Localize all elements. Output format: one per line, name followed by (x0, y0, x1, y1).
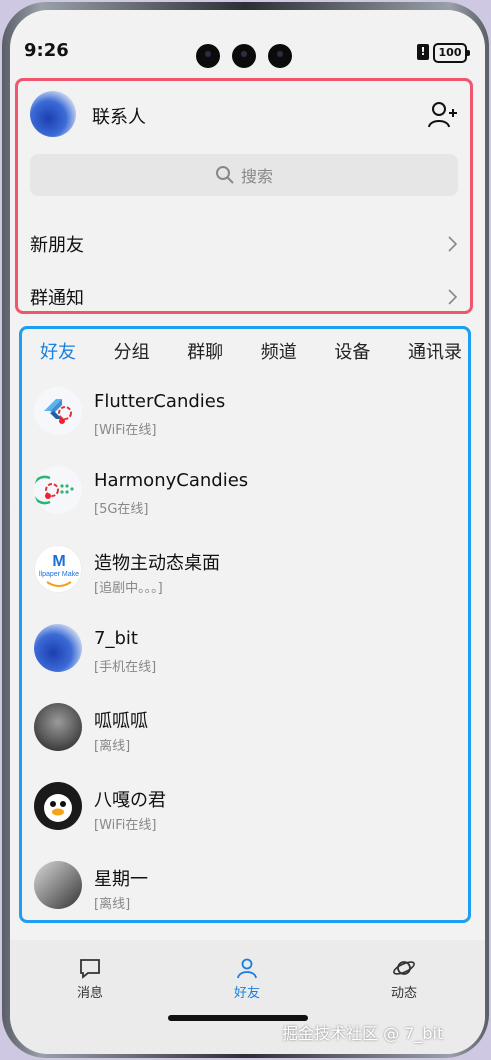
friend-name: 造物主动态桌面 (94, 553, 220, 574)
list-item[interactable]: 呱呱呱 [离线] (22, 693, 468, 772)
chevron-right-icon (448, 236, 458, 252)
tab-devices[interactable]: 设备 (334, 335, 370, 371)
contacts-header-section: 联系人 搜索 新朋友 群通知 (15, 78, 473, 314)
friend-status: [WiFi在线] (94, 818, 157, 833)
friend-name: HarmonyCandies (94, 470, 249, 491)
penguin-face-icon (44, 794, 72, 822)
tab-friends[interactable]: 好友 (40, 335, 76, 371)
group-notice-row[interactable]: 群通知 (30, 277, 458, 317)
flutter-candies-avatar (34, 387, 82, 435)
friend-status: [5G在线] (94, 502, 149, 517)
friend-status: [追剧中。。。] (94, 581, 163, 596)
status-time: 9:26 (24, 40, 69, 61)
planet-icon (393, 961, 415, 975)
harmony-candies-avatar (34, 466, 82, 514)
phone-frame: 9:26 ! 100 联系人 搜索 新朋友 群通知 好友 分组 群聊 频道 设备… (2, 2, 489, 1058)
list-item[interactable]: FlutterCandies [WiFi在线] (22, 377, 468, 456)
chevron-right-icon (448, 289, 458, 305)
battery-icon: 100 (433, 43, 470, 63)
harmony-logo-icon (34, 475, 74, 505)
avatar (34, 703, 82, 751)
friend-status: [手机在线] (94, 660, 157, 675)
svg-text:llpaper Make: llpaper Make (39, 571, 79, 578)
camera-dot (196, 44, 220, 68)
page-title: 联系人 (92, 107, 146, 128)
penguin-avatar (34, 782, 82, 830)
tab-bar: 好友 分组 群聊 频道 设备 通讯录 (22, 335, 468, 371)
avatar (34, 861, 82, 909)
friend-name: 八嘎の君 (94, 790, 166, 811)
list-item[interactable]: HarmonyCandies [5G在线] (22, 456, 468, 535)
avatar (34, 624, 82, 672)
friend-status: [离线] (94, 739, 131, 754)
new-friends-label: 新朋友 (30, 235, 84, 256)
new-friends-row[interactable]: 新朋友 (30, 224, 458, 264)
friend-status: [离线] (94, 897, 131, 912)
watermark: 掘金技术社区 @ 7_bit (282, 1024, 444, 1043)
group-notice-label: 群通知 (30, 288, 84, 309)
tab-channels[interactable]: 频道 (261, 335, 297, 371)
friend-name: 星期一 (94, 869, 148, 890)
friend-list: FlutterCandies [WiFi在线] HarmonyCandies [… (22, 377, 468, 920)
list-item[interactable]: 星期一 [离线] (22, 851, 468, 920)
add-friend-icon[interactable] (428, 101, 458, 129)
nav-messages-label: 消息 (76, 986, 103, 1001)
nav-moments[interactable]: 动态 (364, 956, 444, 1001)
list-item[interactable]: 7_bit [手机在线] (22, 614, 468, 693)
status-bar: 9:26 ! 100 (10, 10, 485, 70)
tab-groups[interactable]: 分组 (114, 335, 150, 371)
friend-name: FlutterCandies (94, 391, 226, 412)
nav-friends-label: 好友 (233, 986, 260, 1001)
alert-icon: ! (417, 44, 429, 60)
search-placeholder: 搜索 (240, 167, 273, 186)
list-item[interactable]: M llpaper Make 造物主动态桌面 [追剧中。。。] (22, 535, 468, 614)
avatar[interactable] (30, 91, 76, 137)
person-icon (237, 958, 257, 979)
nav-friends[interactable]: 好友 (207, 956, 287, 1001)
tab-address-book[interactable]: 通讯录 (408, 335, 462, 371)
nav-messages[interactable]: 消息 (50, 956, 130, 1001)
svg-text:M: M (52, 553, 65, 570)
friend-name: 7_bit (94, 628, 138, 649)
search-icon (215, 166, 234, 184)
nav-moments-label: 动态 (390, 986, 417, 1001)
friend-name: 呱呱呱 (94, 711, 148, 732)
search-input[interactable]: 搜索 (30, 154, 458, 196)
message-icon (80, 959, 100, 979)
flutter-logo-icon (44, 399, 72, 424)
wallpaper-maker-logo-icon: M llpaper Make (39, 553, 79, 587)
list-item[interactable]: 八嘎の君 [WiFi在线] (22, 772, 468, 851)
camera-dot (268, 44, 292, 68)
wallpaper-maker-avatar: M llpaper Make (34, 545, 82, 593)
friend-list-section: 好友 分组 群聊 频道 设备 通讯录 FlutterCandies [WiFi在… (19, 326, 471, 923)
screen: 9:26 ! 100 联系人 搜索 新朋友 群通知 好友 分组 群聊 频道 设备… (10, 10, 485, 1054)
tab-group-chats[interactable]: 群聊 (187, 335, 223, 371)
camera-dot (232, 44, 256, 68)
friend-status: [WiFi在线] (94, 423, 157, 438)
